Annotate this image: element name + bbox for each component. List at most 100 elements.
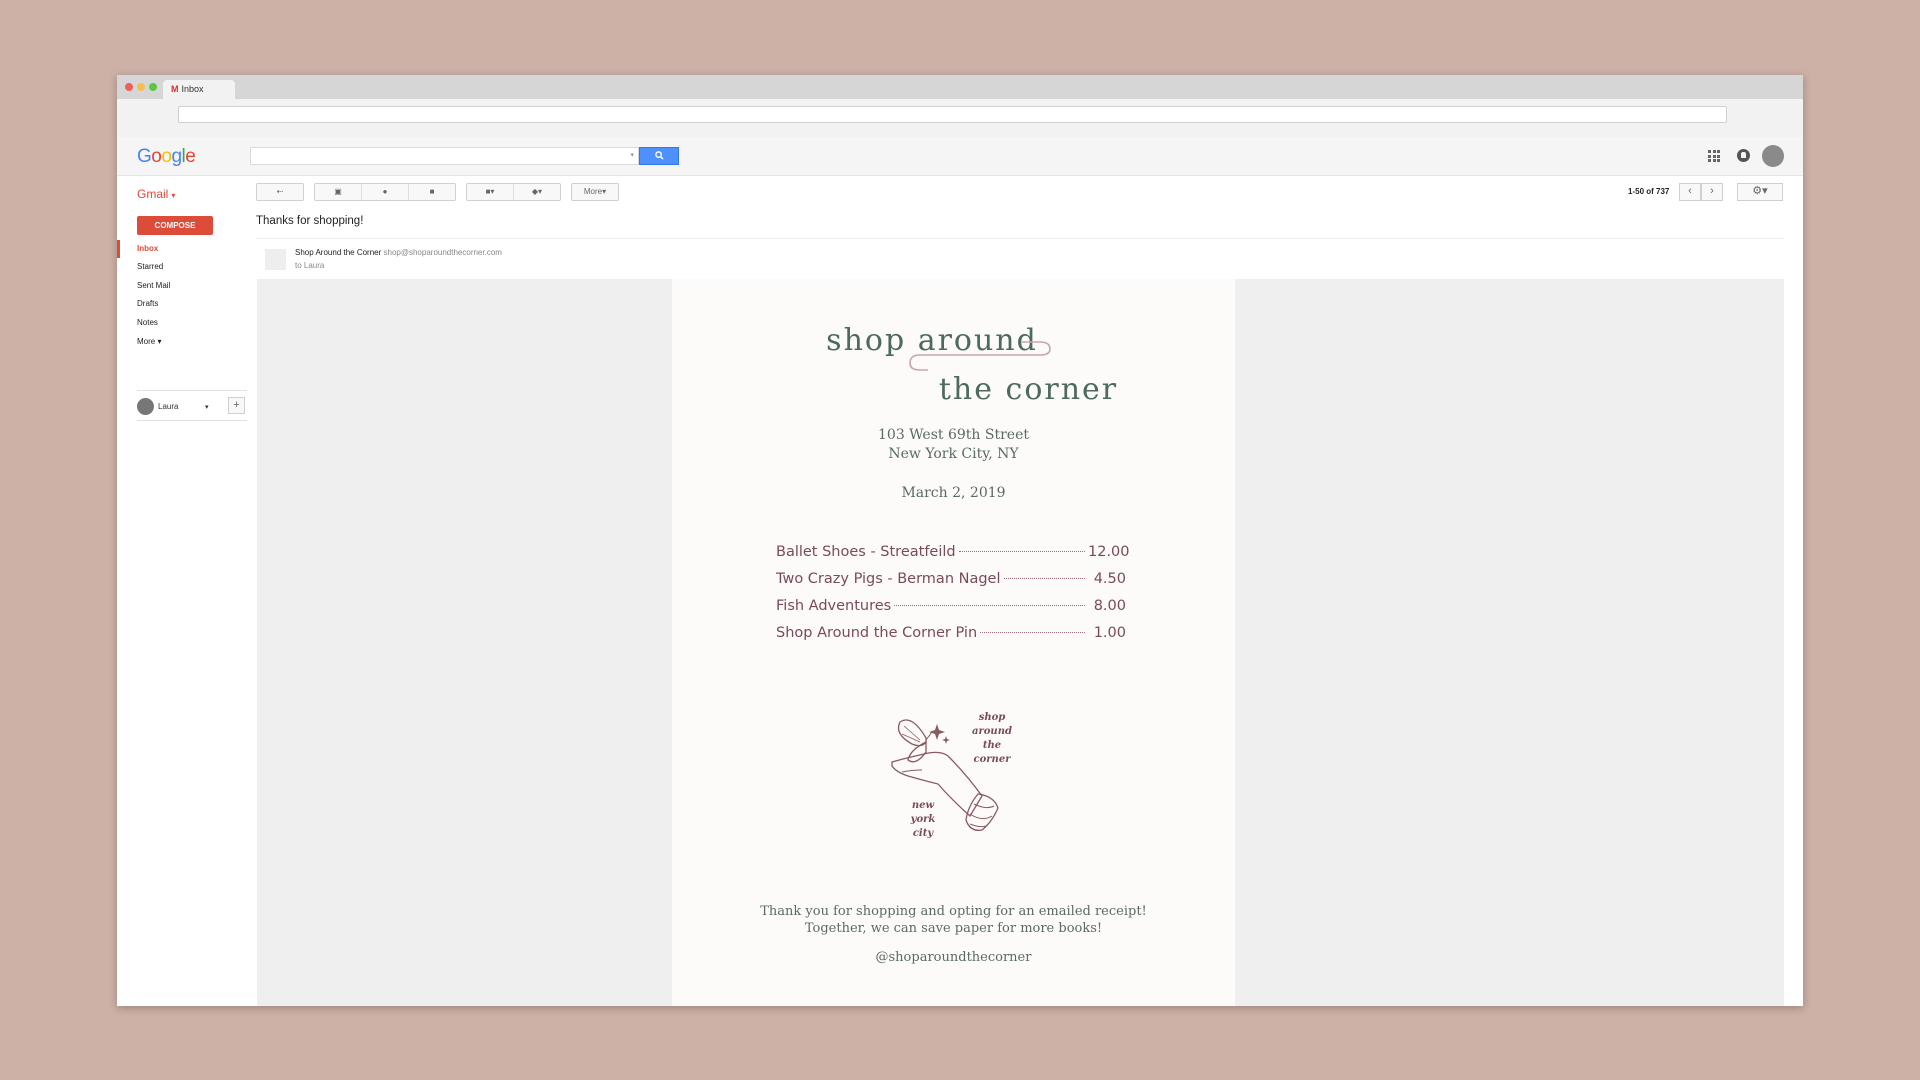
item-name: Shop Around the Corner Pin — [776, 625, 978, 641]
item-price: 4.50 — [1093, 571, 1126, 587]
thanks-line-2: Together, we can save paper for more boo… — [804, 921, 1103, 936]
archive-report-delete-group: ▣ ● ■ — [314, 183, 456, 201]
browser-tab-inbox[interactable]: M Inbox — [163, 80, 235, 99]
sender-avatar[interactable] — [265, 249, 286, 270]
address-bar[interactable] — [178, 106, 1727, 123]
report-spam-button[interactable]: ● — [362, 184, 409, 200]
receipt-date: March 2, 2019 — [901, 485, 1006, 501]
pagination-count: 1-50 of 737 — [1628, 187, 1670, 196]
chevron-right-icon: › — [1710, 185, 1714, 197]
sidebar-item-starred[interactable]: Starred — [137, 262, 163, 271]
search-input[interactable]: ▾ — [250, 147, 639, 165]
chevron-down-icon: ▾ — [171, 191, 176, 200]
new-hangout-button[interactable]: + — [228, 397, 245, 414]
sidebar-item-drafts[interactable]: Drafts — [137, 299, 158, 308]
labels-button[interactable]: ◆▾ — [514, 184, 560, 200]
sidebar-divider — [137, 390, 247, 391]
browser-window: M Inbox Google ▾ Gmail ▾ ⇠ ▣ ● ■ ■▾ ◆▾ M… — [117, 75, 1803, 1006]
recipient-line[interactable]: to Laura — [295, 261, 324, 270]
sender-email: shop@shoparoundthecorner.com — [383, 248, 502, 257]
item-name: Ballet Shoes - Streatfeild — [776, 544, 956, 560]
search-icon — [654, 151, 664, 160]
sidebar-more-label: More — [137, 337, 156, 346]
move-to-button[interactable]: ■▾ — [467, 184, 514, 200]
chevron-down-icon[interactable]: ▾ — [205, 403, 209, 411]
hangouts-user-name[interactable]: Laura — [158, 402, 178, 411]
back-button[interactable]: ⇠ — [256, 183, 304, 201]
trash-icon: ■ — [429, 187, 435, 196]
compose-button[interactable]: COMPOSE — [137, 216, 213, 235]
list-item: Ballet Shoes - Streatfeild 12.00 — [776, 544, 1130, 571]
spam-icon: ● — [382, 187, 388, 196]
sparkle-icon — [929, 724, 950, 744]
active-item-indicator — [117, 240, 120, 258]
list-item: Two Crazy Pigs - Berman Nagel 4.50 — [776, 571, 1126, 598]
google-logo[interactable]: Google — [137, 146, 196, 168]
gear-icon: ⚙▾ — [1752, 185, 1768, 197]
sidebar-item-sent-mail[interactable]: Sent Mail — [137, 281, 170, 290]
google-logo-letter: G — [137, 146, 152, 167]
newer-button[interactable]: ‹ — [1679, 183, 1701, 201]
sender-name[interactable]: Shop Around the Corner — [295, 248, 381, 257]
sidebar-item-inbox[interactable]: Inbox — [137, 244, 158, 253]
item-price: 12.00 — [1088, 544, 1130, 560]
dot-leader — [958, 551, 1085, 552]
dot-leader — [980, 632, 1085, 633]
settings-button[interactable]: ⚙▾ — [1737, 183, 1783, 201]
chevron-down-icon: ▾ — [157, 337, 162, 346]
plus-icon: + — [233, 399, 240, 411]
archive-icon: ▣ — [334, 187, 342, 196]
emblem-text-around: around — [972, 726, 1012, 737]
archive-button[interactable]: ▣ — [315, 184, 362, 200]
chevron-left-icon: ‹ — [1688, 185, 1692, 197]
email-subject: Thanks for shopping! — [256, 215, 364, 227]
older-button[interactable]: › — [1701, 183, 1723, 201]
emblem-text-york: york — [910, 814, 936, 825]
google-logo-letter: e — [185, 146, 196, 167]
emblem-text-corner: corner — [974, 754, 1012, 765]
sidebar-divider — [137, 420, 247, 421]
social-handle[interactable]: @shoparoundthecorner — [672, 950, 1235, 965]
butterfly-hand-emblem: shop around the corner new york city — [891, 712, 1012, 839]
avatar[interactable] — [137, 398, 154, 415]
notifications-bell-icon[interactable] — [1737, 149, 1750, 162]
back-arrow-icon: ⇠ — [276, 187, 284, 196]
emblem-text-new: new — [912, 800, 935, 811]
store-address-line-1: 103 West 69th Street — [878, 427, 1029, 443]
store-address-line-2: New York City, NY — [888, 446, 1019, 462]
close-window-button[interactable] — [125, 83, 133, 91]
title-bar: M Inbox — [117, 75, 1803, 99]
gmail-m-icon: M — [171, 84, 179, 94]
gmail-label-text: Gmail — [137, 187, 169, 201]
google-logo-letter: o — [151, 146, 162, 167]
search-button[interactable] — [639, 147, 679, 165]
google-logo-letter: o — [161, 146, 172, 167]
list-item: Shop Around the Corner Pin 1.00 — [776, 625, 1126, 652]
item-price: 8.00 — [1093, 598, 1126, 614]
item-price: 1.00 — [1093, 625, 1126, 641]
logo-line-2: the corner — [938, 372, 1119, 407]
label-tag-icon: ◆▾ — [531, 187, 543, 196]
maximize-window-button[interactable] — [149, 83, 157, 91]
item-name: Two Crazy Pigs - Berman Nagel — [776, 571, 1001, 587]
google-logo-letter: g — [171, 146, 182, 167]
tab-title: Inbox — [181, 84, 204, 94]
list-item: Fish Adventures 8.00 — [776, 598, 1126, 625]
apps-grid-icon[interactable] — [1708, 150, 1720, 162]
sidebar-item-notes[interactable]: Notes — [137, 318, 158, 327]
dot-leader — [1003, 578, 1085, 579]
gmail-menu-label[interactable]: Gmail ▾ — [137, 187, 175, 201]
sidebar-item-more[interactable]: More ▾ — [137, 337, 161, 346]
search-options-icon[interactable]: ▾ — [630, 151, 634, 159]
more-actions-button[interactable]: More▾ — [571, 183, 619, 201]
sender-line: Shop Around the Corner shop@shoparoundth… — [295, 248, 502, 257]
minimize-window-button[interactable] — [137, 83, 145, 91]
account-avatar[interactable] — [1762, 145, 1784, 167]
emblem-text-the: the — [983, 740, 1001, 751]
gmail-header: Google ▾ — [117, 137, 1803, 176]
dot-leader — [894, 605, 1085, 606]
receipt-items: Ballet Shoes - Streatfeild 12.00 Two Cra… — [776, 544, 1130, 652]
item-name: Fish Adventures — [776, 598, 892, 614]
more-actions-label: More — [583, 187, 603, 196]
delete-button[interactable]: ■ — [409, 184, 455, 200]
